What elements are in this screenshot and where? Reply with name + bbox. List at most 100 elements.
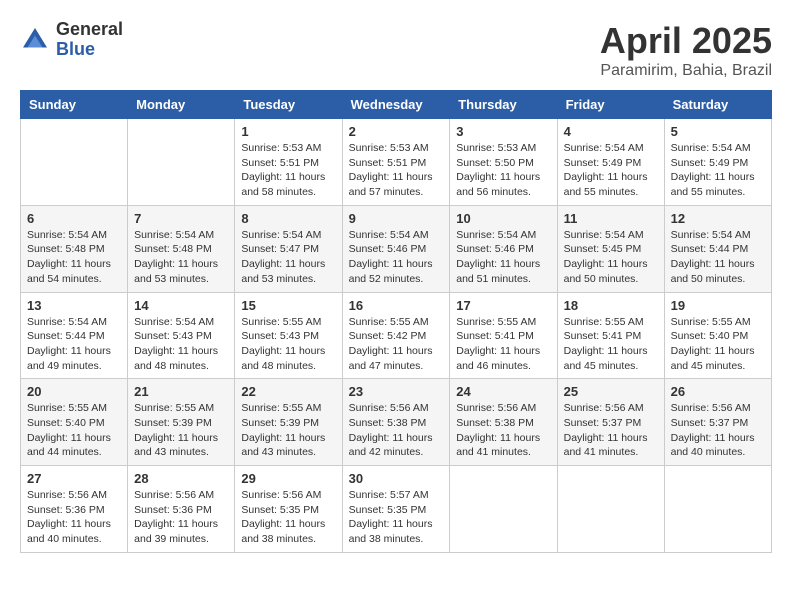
calendar-cell: 26Sunrise: 5:56 AM Sunset: 5:37 PM Dayli…: [664, 379, 771, 466]
day-number: 28: [134, 471, 228, 486]
day-header-monday: Monday: [128, 91, 235, 119]
calendar-cell: 6Sunrise: 5:54 AM Sunset: 5:48 PM Daylig…: [21, 205, 128, 292]
day-number: 21: [134, 384, 228, 399]
calendar-cell: [128, 119, 235, 206]
calendar-cell: [557, 466, 664, 553]
calendar-cell: 5 Sunrise: 5:54 AM Sunset: 5:49 PM Daylig…: [664, 119, 771, 206]
calendar-week-row: 20 Sunrise: 5:55 AM Sunset: 5:40 PM Dayli…: [21, 379, 772, 466]
day-number: 16: [349, 298, 444, 313]
calendar-cell: 4Sunrise: 5:54 AM Sunset: 5:49 PM Daylig…: [557, 119, 664, 206]
calendar-cell: 21 Sunrise: 5:55 AM Sunset: 5:39 PM Dayli…: [128, 379, 235, 466]
day-number: 5: [671, 124, 765, 139]
day-info: Sunrise: 5:54 AM Sunset: 5:46 PM Dayligh…: [349, 228, 444, 287]
day-info: Sunrise: 5:54 AM Sunset: 5:46 PM Dayligh…: [456, 228, 550, 287]
logo-icon: [20, 25, 50, 55]
day-header-wednesday: Wednesday: [342, 91, 450, 119]
logo-blue-text: Blue: [56, 40, 123, 60]
day-info: Sunrise: 5:54 AM Sunset: 5:47 PM Dayligh…: [241, 228, 335, 287]
calendar-cell: 7 Sunrise: 5:54 AM Sunset: 5:48 PM Daylig…: [128, 205, 235, 292]
calendar-cell: 3Sunrise: 5:53 AM Sunset: 5:50 PM Daylig…: [450, 119, 557, 206]
calendar-cell: 9 Sunrise: 5:54 AM Sunset: 5:46 PM Daylig…: [342, 205, 450, 292]
day-info: Sunrise: 5:53 AM Sunset: 5:50 PM Dayligh…: [456, 141, 550, 200]
calendar-cell: 22Sunrise: 5:55 AM Sunset: 5:39 PM Dayli…: [235, 379, 342, 466]
day-info: Sunrise: 5:56 AM Sunset: 5:35 PM Dayligh…: [241, 488, 335, 547]
day-info: Sunrise: 5:54 AM Sunset: 5:43 PM Dayligh…: [134, 315, 228, 374]
location-title: Paramirim, Bahia, Brazil: [600, 62, 772, 80]
day-info: Sunrise: 5:55 AM Sunset: 5:43 PM Dayligh…: [241, 315, 335, 374]
day-info: Sunrise: 5:56 AM Sunset: 5:37 PM Dayligh…: [564, 401, 658, 460]
day-info: Sunrise: 5:56 AM Sunset: 5:36 PM Dayligh…: [27, 488, 121, 547]
day-info: Sunrise: 5:55 AM Sunset: 5:40 PM Dayligh…: [671, 315, 765, 374]
day-number: 1: [241, 124, 335, 139]
calendar-cell: 20 Sunrise: 5:55 AM Sunset: 5:40 PM Dayli…: [21, 379, 128, 466]
logo-general-text: General: [56, 20, 123, 40]
calendar-cell: 18Sunrise: 5:55 AM Sunset: 5:41 PM Dayli…: [557, 292, 664, 379]
calendar-cell: 29Sunrise: 5:56 AM Sunset: 5:35 PM Dayli…: [235, 466, 342, 553]
calendar-cell: 8 Sunrise: 5:54 AM Sunset: 5:47 PM Daylig…: [235, 205, 342, 292]
day-number: 6: [27, 211, 121, 226]
day-number: 17: [456, 298, 550, 313]
day-number: 7: [134, 211, 228, 226]
day-number: 8: [241, 211, 335, 226]
day-number: 11: [564, 211, 658, 226]
logo-text: General Blue: [56, 20, 123, 60]
day-info: Sunrise: 5:55 AM Sunset: 5:41 PM Dayligh…: [564, 315, 658, 374]
day-info: Sunrise: 5:56 AM Sunset: 5:36 PM Dayligh…: [134, 488, 228, 547]
day-info: Sunrise: 5:54 AM Sunset: 5:49 PM Dayligh…: [671, 141, 765, 200]
day-number: 23: [349, 384, 444, 399]
title-area: April 2025 Paramirim, Bahia, Brazil: [600, 20, 772, 80]
day-number: 13: [27, 298, 121, 313]
calendar-cell: 30Sunrise: 5:57 AM Sunset: 5:35 PM Dayli…: [342, 466, 450, 553]
calendar-week-row: 6 Sunrise: 5:54 AM Sunset: 5:48 PM Daylig…: [21, 205, 772, 292]
day-number: 2: [349, 124, 444, 139]
day-header-saturday: Saturday: [664, 91, 771, 119]
calendar-week-row: 27 Sunrise: 5:56 AM Sunset: 5:36 PM Dayli…: [21, 466, 772, 553]
calendar-cell: 14 Sunrise: 5:54 AM Sunset: 5:43 PM Dayli…: [128, 292, 235, 379]
calendar-cell: 15Sunrise: 5:55 AM Sunset: 5:43 PM Dayli…: [235, 292, 342, 379]
calendar-cell: 13 Sunrise: 5:54 AM Sunset: 5:44 PM Dayli…: [21, 292, 128, 379]
day-info: Sunrise: 5:53 AM Sunset: 5:51 PM Dayligh…: [241, 141, 335, 200]
calendar-cell: [21, 119, 128, 206]
day-number: 20: [27, 384, 121, 399]
day-number: 14: [134, 298, 228, 313]
day-info: Sunrise: 5:54 AM Sunset: 5:48 PM Dayligh…: [134, 228, 228, 287]
day-number: 25: [564, 384, 658, 399]
calendar-cell: 19 Sunrise: 5:55 AM Sunset: 5:40 PM Dayli…: [664, 292, 771, 379]
day-number: 22: [241, 384, 335, 399]
day-number: 27: [27, 471, 121, 486]
day-info: Sunrise: 5:54 AM Sunset: 5:44 PM Dayligh…: [27, 315, 121, 374]
calendar-body: 1 Sunrise: 5:53 AM Sunset: 5:51 PM Daylig…: [21, 119, 772, 553]
day-number: 19: [671, 298, 765, 313]
day-number: 12: [671, 211, 765, 226]
calendar-table: SundayMondayTuesdayWednesdayThursdayFrid…: [20, 90, 772, 553]
day-info: Sunrise: 5:57 AM Sunset: 5:35 PM Dayligh…: [349, 488, 444, 547]
day-info: Sunrise: 5:53 AM Sunset: 5:51 PM Dayligh…: [349, 141, 444, 200]
calendar-cell: 24Sunrise: 5:56 AM Sunset: 5:38 PM Dayli…: [450, 379, 557, 466]
day-header-sunday: Sunday: [21, 91, 128, 119]
day-header-tuesday: Tuesday: [235, 91, 342, 119]
calendar-week-row: 13 Sunrise: 5:54 AM Sunset: 5:44 PM Dayli…: [21, 292, 772, 379]
day-info: Sunrise: 5:56 AM Sunset: 5:38 PM Dayligh…: [456, 401, 550, 460]
calendar-cell: 12 Sunrise: 5:54 AM Sunset: 5:44 PM Dayli…: [664, 205, 771, 292]
calendar-cell: 2 Sunrise: 5:53 AM Sunset: 5:51 PM Daylig…: [342, 119, 450, 206]
calendar-cell: 16Sunrise: 5:55 AM Sunset: 5:42 PM Dayli…: [342, 292, 450, 379]
day-header-thursday: Thursday: [450, 91, 557, 119]
day-number: 26: [671, 384, 765, 399]
calendar-cell: [664, 466, 771, 553]
day-number: 9: [349, 211, 444, 226]
calendar-cell: 27 Sunrise: 5:56 AM Sunset: 5:36 PM Dayli…: [21, 466, 128, 553]
day-info: Sunrise: 5:55 AM Sunset: 5:41 PM Dayligh…: [456, 315, 550, 374]
logo: General Blue: [20, 20, 123, 60]
day-info: Sunrise: 5:54 AM Sunset: 5:49 PM Dayligh…: [564, 141, 658, 200]
calendar-cell: 1 Sunrise: 5:53 AM Sunset: 5:51 PM Daylig…: [235, 119, 342, 206]
calendar-cell: 11Sunrise: 5:54 AM Sunset: 5:45 PM Dayli…: [557, 205, 664, 292]
calendar-header-row: SundayMondayTuesdayWednesdayThursdayFrid…: [21, 91, 772, 119]
calendar-week-row: 1 Sunrise: 5:53 AM Sunset: 5:51 PM Daylig…: [21, 119, 772, 206]
calendar-cell: 25 Sunrise: 5:56 AM Sunset: 5:37 PM Dayli…: [557, 379, 664, 466]
calendar-cell: [450, 466, 557, 553]
calendar-cell: 28 Sunrise: 5:56 AM Sunset: 5:36 PM Dayli…: [128, 466, 235, 553]
day-info: Sunrise: 5:54 AM Sunset: 5:44 PM Dayligh…: [671, 228, 765, 287]
day-info: Sunrise: 5:55 AM Sunset: 5:39 PM Dayligh…: [134, 401, 228, 460]
day-info: Sunrise: 5:55 AM Sunset: 5:40 PM Dayligh…: [27, 401, 121, 460]
header: General Blue April 2025 Paramirim, Bahia…: [20, 20, 772, 80]
